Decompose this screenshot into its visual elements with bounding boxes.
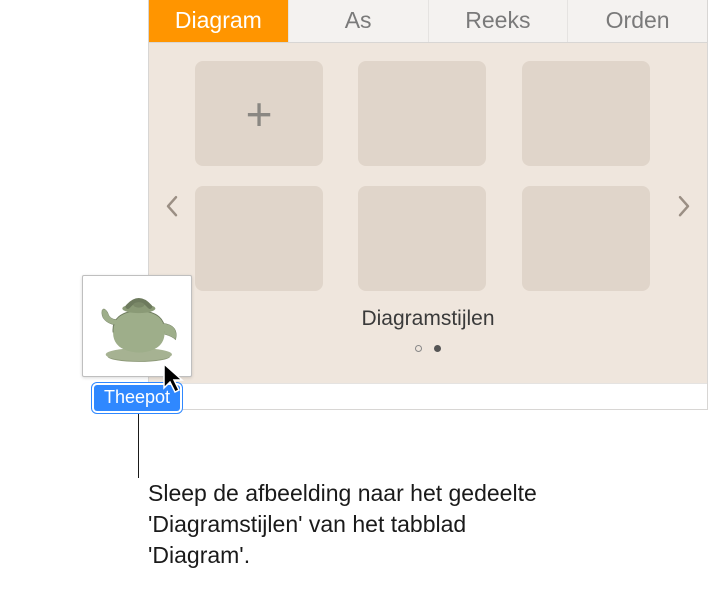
style-grid: + [195,61,661,291]
tab-as[interactable]: As [289,0,429,42]
page-dot-active[interactable] [434,345,441,352]
plus-icon: + [246,91,273,137]
tab-reeks[interactable]: Reeks [429,0,569,42]
callout-text: Sleep de afbeelding naar het gedeelte 'D… [148,478,568,571]
style-cell-add[interactable]: + [195,61,323,166]
style-cell[interactable] [522,186,650,291]
style-cell[interactable] [358,186,486,291]
file-name-label: Theepot [94,385,180,411]
chevron-left-icon[interactable] [159,187,185,230]
page-indicator [195,339,661,357]
chevron-right-icon[interactable] [671,187,697,230]
inspector-panel: Diagram As Reeks Orden + Diagramstijlen [148,0,708,410]
divider [149,383,707,409]
style-cell[interactable] [358,61,486,166]
tab-orden[interactable]: Orden [568,0,707,42]
dragged-file[interactable]: Theepot [78,275,196,411]
styles-section-label: Diagramstijlen [195,307,661,331]
page-dot[interactable] [415,345,422,352]
style-cell[interactable] [522,61,650,166]
file-thumbnail [82,275,192,377]
teapot-icon [91,284,183,368]
tab-bar: Diagram As Reeks Orden [149,0,707,43]
styles-area: + Diagramstijlen [149,43,707,383]
style-cell[interactable] [195,186,323,291]
tab-diagram[interactable]: Diagram [149,0,289,42]
callout-line [138,414,139,478]
